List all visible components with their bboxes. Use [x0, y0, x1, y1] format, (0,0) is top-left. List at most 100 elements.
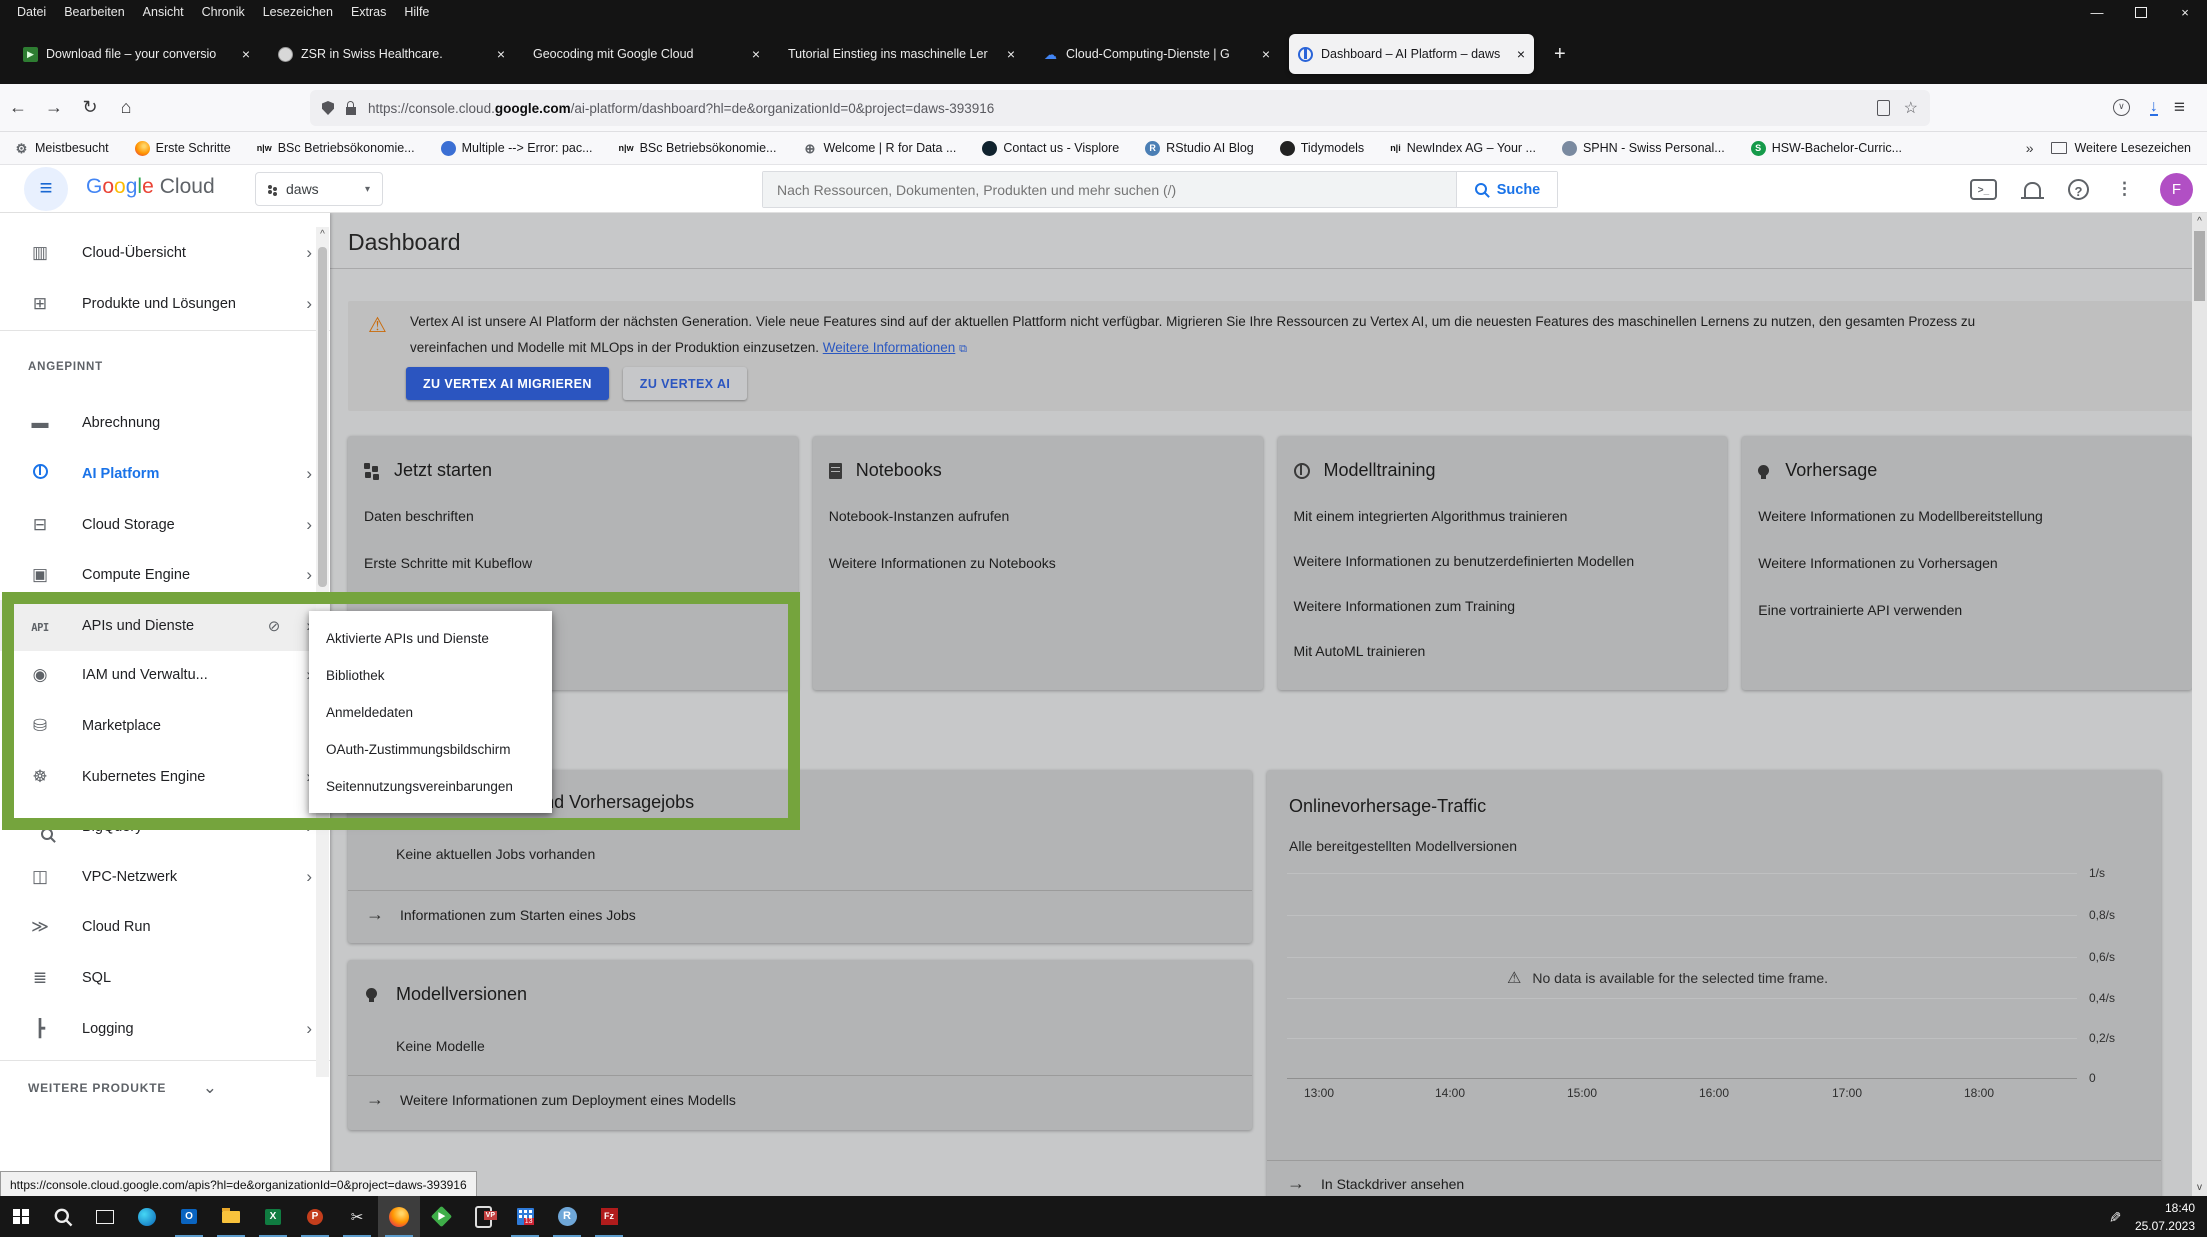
tab-zsr[interactable]: ZSR in Swiss Healthcare. ×: [269, 34, 514, 74]
search-button[interactable]: Suche: [1456, 172, 1557, 207]
bookmark-star-icon[interactable]: ☆: [1904, 98, 1918, 118]
bookmark-tidymodels[interactable]: Tidymodels: [1280, 141, 1364, 156]
tracking-shield-icon[interactable]: [322, 101, 334, 115]
help-icon[interactable]: ?: [2068, 179, 2089, 200]
sidebar-item-cloud-uebersicht[interactable]: ▥Cloud-Übersicht›: [0, 227, 330, 278]
bookmark-bsc-1[interactable]: n|wBSc Betriebsökonomie...: [257, 141, 415, 156]
bookmark-newindex[interactable]: n|iNewIndex AG – Your ...: [1390, 141, 1536, 156]
tab-download-file[interactable]: ▶ Download file – your conversio ×: [14, 34, 259, 74]
tab-geocoding[interactable]: Geocoding mit Google Cloud ×: [524, 34, 769, 74]
link-daten-beschriften[interactable]: Daten beschriften: [364, 508, 798, 524]
nav-menu-icon[interactable]: ≡: [24, 167, 68, 211]
sidebar-item-logging[interactable]: ┣Logging›: [0, 1003, 330, 1054]
models-footer-link[interactable]: →Weitere Informationen zum Deployment ei…: [366, 1089, 736, 1110]
tab-close-icon[interactable]: ×: [1517, 46, 1525, 62]
link-notebook-instanzen[interactable]: Notebook-Instanzen aufrufen: [829, 508, 1263, 524]
tab-cloud-computing[interactable]: ☁ Cloud-Computing-Dienste | G ×: [1034, 34, 1279, 74]
bookmark-multiple-error[interactable]: Multiple --> Error: pac...: [441, 141, 593, 156]
bookmark-meistbesucht[interactable]: ⚙Meistbesucht: [14, 141, 109, 156]
scrollbar-thumb[interactable]: [2194, 231, 2205, 301]
reader-mode-icon[interactable]: [1877, 100, 1890, 116]
to-vertex-button[interactable]: ZU VERTEX AI: [623, 367, 747, 400]
account-avatar[interactable]: F: [2160, 173, 2193, 206]
pocket-icon[interactable]: ∨: [2113, 99, 2130, 116]
tab-close-icon[interactable]: ×: [752, 46, 760, 62]
menu-lesezeichen[interactable]: Lesezeichen: [254, 5, 342, 19]
link-integrierter-algorithmus[interactable]: Mit einem integrierten Algorithmus train…: [1294, 508, 1728, 524]
jobs-footer-link[interactable]: →Informationen zum Starten eines Jobs: [366, 904, 636, 925]
forward-icon[interactable]: →: [36, 97, 72, 118]
tab-close-icon[interactable]: ×: [1007, 46, 1015, 62]
bookmark-bsc-2[interactable]: n|wBSc Betriebsökonomie...: [619, 141, 777, 156]
link-training-info[interactable]: Weitere Informationen zum Training: [1294, 598, 1728, 614]
more-bookmarks-button[interactable]: Weitere Lesezeichen: [2051, 141, 2191, 155]
link-kubeflow[interactable]: Erste Schritte mit Kubeflow: [364, 555, 798, 571]
taskbar-rstudio[interactable]: R: [546, 1196, 588, 1237]
bookmark-hsw[interactable]: SHSW-Bachelor-Curric...: [1751, 141, 1902, 156]
taskbar-edge[interactable]: [126, 1196, 168, 1237]
link-automl[interactable]: Mit AutoML trainieren: [1294, 643, 1728, 659]
sidebar-item-produkte[interactable]: ⊞Produkte und Lösungen›: [0, 278, 330, 329]
sidebar-item-abrechnung[interactable]: ▬Abrechnung: [0, 397, 330, 448]
menu-datei[interactable]: Datei: [8, 5, 55, 19]
taskbar-snipping[interactable]: ✂: [336, 1196, 378, 1237]
taskbar-filezilla[interactable]: Fz: [588, 1196, 630, 1237]
tab-dashboard-active[interactable]: Dashboard – AI Platform – daws ×: [1289, 34, 1534, 74]
scrollbar-thumb[interactable]: [318, 247, 327, 587]
tab-close-icon[interactable]: ×: [242, 46, 250, 62]
stackdriver-footer-link[interactable]: →In Stackdriver ansehen: [1287, 1173, 1464, 1194]
scroll-up-icon[interactable]: ^: [2192, 216, 2207, 227]
minimize-button[interactable]: —: [2075, 0, 2119, 24]
new-tab-button[interactable]: +: [1544, 43, 1576, 66]
google-cloud-logo[interactable]: Google Cloud: [86, 175, 215, 199]
pen-icon[interactable]: ✎: [2106, 1210, 2124, 1223]
bookmark-visplore[interactable]: Contact us - Visplore: [982, 141, 1119, 156]
link-modellbereitstellung[interactable]: Weitere Informationen zu Modellbereitste…: [1758, 508, 2192, 524]
bookmark-sphn[interactable]: SPHN - Swiss Personal...: [1562, 141, 1725, 156]
cloud-shell-icon[interactable]: >_: [1970, 179, 1997, 200]
taskbar-excel[interactable]: X: [252, 1196, 294, 1237]
home-icon[interactable]: ⌂: [108, 97, 144, 118]
project-selector[interactable]: daws ▾: [255, 172, 383, 206]
link-notebooks-info[interactable]: Weitere Informationen zu Notebooks: [829, 555, 1263, 571]
start-button[interactable]: [0, 1196, 42, 1237]
sidebar-item-sql[interactable]: ≣SQL: [0, 952, 330, 1003]
page-scrollbar[interactable]: ^ v: [2192, 213, 2207, 1196]
notifications-bell-icon[interactable]: [2024, 182, 2041, 197]
app-menu-icon[interactable]: ≡: [2174, 97, 2185, 119]
menu-bearbeiten[interactable]: Bearbeiten: [55, 5, 133, 19]
taskbar-explorer[interactable]: [210, 1196, 252, 1237]
taskbar-firefox[interactable]: [378, 1196, 420, 1237]
taskbar-clock[interactable]: 18:40 25.07.2023: [2135, 1199, 2195, 1235]
more-options-icon[interactable]: ⋮: [2116, 179, 2133, 199]
link-vortrainierte-api[interactable]: Eine vortrainierte API verwenden: [1758, 602, 2192, 618]
sidebar-item-ai-platform[interactable]: AI Platform›: [0, 448, 330, 499]
search-input[interactable]: [763, 172, 1456, 207]
close-button[interactable]: ×: [2163, 0, 2207, 24]
maximize-button[interactable]: [2119, 0, 2163, 24]
menu-chronik[interactable]: Chronik: [193, 5, 254, 19]
taskbar-vp-app[interactable]: [462, 1196, 504, 1237]
bookmark-rstudio-blog[interactable]: RRStudio AI Blog: [1145, 141, 1254, 156]
menu-extras[interactable]: Extras: [342, 5, 395, 19]
sidebar-item-cloud-storage[interactable]: ⊟Cloud Storage›: [0, 499, 330, 550]
sidebar-item-vpc[interactable]: ◫VPC-Netzwerk›: [0, 851, 330, 902]
sidebar-more-products[interactable]: WEITERE PRODUKTE⌄: [0, 1062, 330, 1113]
bookmark-r-for-data[interactable]: ⊕Welcome | R for Data ...: [802, 141, 956, 156]
tab-close-icon[interactable]: ×: [1262, 46, 1270, 62]
taskbar-visplore[interactable]: [420, 1196, 462, 1237]
taskbar-outlook[interactable]: O: [168, 1196, 210, 1237]
bookmark-erste-schritte[interactable]: Erste Schritte: [135, 141, 231, 156]
migrate-to-vertex-button[interactable]: ZU VERTEX AI MIGRIEREN: [406, 367, 609, 400]
back-icon[interactable]: ←: [0, 97, 36, 118]
reload-icon[interactable]: ↻: [72, 97, 108, 118]
menu-hilfe[interactable]: Hilfe: [395, 5, 438, 19]
weitere-informationen-link[interactable]: Weitere Informationen: [823, 340, 956, 355]
taskbar-calendar[interactable]: [504, 1196, 546, 1237]
url-bar[interactable]: https://console.cloud.google.com/ai-plat…: [310, 90, 1930, 126]
scroll-down-icon[interactable]: v: [2192, 1182, 2207, 1193]
task-view-button[interactable]: [84, 1196, 126, 1237]
downloads-icon[interactable]: ↓: [2150, 100, 2158, 116]
taskbar-powerpoint[interactable]: P: [294, 1196, 336, 1237]
sidebar-item-cloud-run[interactable]: ≫Cloud Run: [0, 901, 330, 952]
